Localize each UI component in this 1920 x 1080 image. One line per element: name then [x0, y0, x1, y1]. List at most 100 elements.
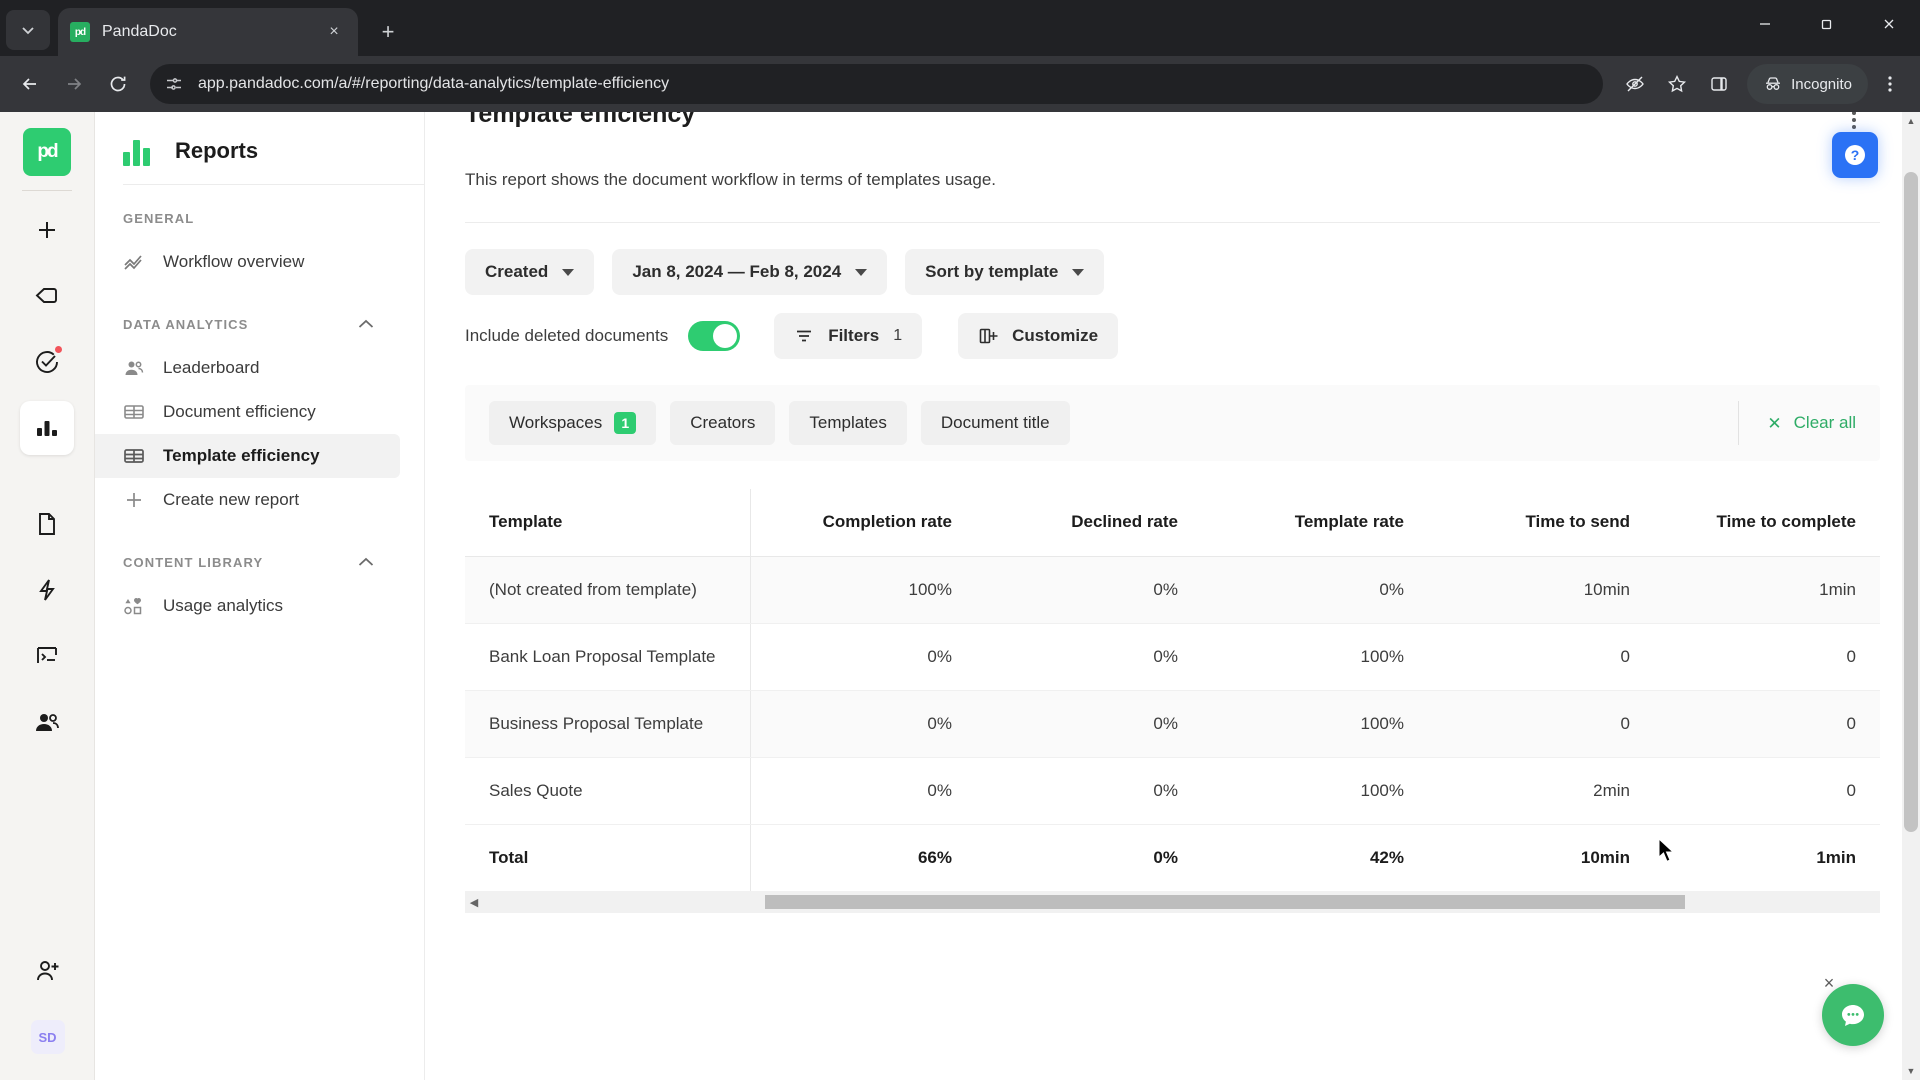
cell-completion-rate: 0%: [750, 757, 976, 825]
sidebar-item-workflow-overview[interactable]: Workflow overview: [95, 240, 400, 284]
avatar[interactable]: SD: [30, 1020, 65, 1054]
page-scrollbar[interactable]: ▲ ▼: [1902, 112, 1920, 1080]
tracking-protection-icon[interactable]: [1615, 64, 1655, 104]
app-body: pd SD Reports GENERAL Workflow overview …: [0, 112, 1920, 1080]
scroll-down-arrow[interactable]: ▼: [1902, 1062, 1920, 1080]
close-icon[interactable]: [1858, 0, 1920, 48]
table-row[interactable]: (Not created from template) 100% 0% 0% 1…: [465, 556, 1880, 624]
column-header-completion-rate[interactable]: Completion rate: [750, 489, 976, 557]
table-row[interactable]: Sales Quote 0% 0% 100% 2min 0: [465, 757, 1880, 825]
chip-label: Templates: [809, 413, 887, 432]
minimize-icon[interactable]: [1734, 0, 1796, 48]
table-row[interactable]: Business Proposal Template 0% 0% 100% 0 …: [465, 690, 1880, 758]
date-range-label: Jan 8, 2024 — Feb 8, 2024: [632, 262, 842, 281]
window-controls: [1734, 0, 1920, 48]
incognito-icon: [1766, 77, 1781, 90]
scroll-left-arrow[interactable]: ◀: [465, 896, 483, 909]
cell-total-time-to-complete: 1min: [1654, 824, 1880, 891]
rail-documents[interactable]: [20, 497, 74, 551]
close-icon[interactable]: ×: [322, 20, 346, 44]
nav-group-data-analytics[interactable]: DATA ANALYTICS: [95, 316, 424, 332]
chip-document-title[interactable]: Document title: [920, 401, 1070, 445]
sidebar-item-document-efficiency[interactable]: Document efficiency: [95, 390, 400, 434]
nav-group-label: CONTENT LIBRARY: [123, 554, 264, 570]
sidebar-item-label: Create new report: [163, 490, 300, 509]
new-tab-button[interactable]: +: [370, 14, 406, 50]
page-scroll-thumb[interactable]: [1904, 172, 1918, 832]
side-panel-icon[interactable]: [1699, 64, 1739, 104]
cell-declined-rate: 0%: [976, 690, 1202, 758]
cell-total-declined-rate: 0%: [976, 824, 1202, 891]
chip-workspaces[interactable]: Workspaces 1: [489, 401, 657, 445]
sidebar-item-label: Workflow overview: [163, 252, 305, 271]
include-deleted-toggle[interactable]: [688, 321, 741, 351]
rail-automations[interactable]: [20, 563, 74, 617]
forward-button[interactable]: [54, 64, 94, 104]
table-header: Template Completion rate Declined rate T…: [465, 489, 1880, 557]
url-text: app.pandadoc.com/a/#/reporting/data-anal…: [198, 75, 670, 92]
column-header-template[interactable]: Template: [465, 489, 751, 557]
filter-chip-bar: Workspaces 1 Creators Templates Document…: [465, 385, 1880, 461]
sidebar-item-usage-analytics[interactable]: Usage analytics: [95, 584, 400, 628]
filters-button[interactable]: Filters 1: [774, 313, 923, 359]
url-bar[interactable]: app.pandadoc.com/a/#/reporting/data-anal…: [150, 64, 1604, 104]
date-range-dropdown[interactable]: Jan 8, 2024 — Feb 8, 2024: [612, 249, 888, 295]
chip-templates[interactable]: Templates: [789, 401, 907, 445]
lightning-icon: [39, 579, 55, 601]
more-options-icon[interactable]: [1840, 112, 1868, 134]
omnibox-actions: Incognito: [1615, 64, 1910, 104]
tab-search-icon[interactable]: [6, 10, 50, 50]
chat-close-button[interactable]: ×: [1818, 972, 1840, 994]
filter-icon: [797, 330, 812, 342]
sidebar-item-template-efficiency[interactable]: Template efficiency: [95, 434, 400, 478]
home-pentagon-icon: [35, 288, 57, 303]
table-horizontal-scrollbar[interactable]: ◀: [465, 891, 1880, 913]
help-button[interactable]: ?: [1832, 132, 1878, 178]
incognito-indicator[interactable]: Incognito: [1747, 64, 1868, 104]
sidebar-item-label: Template efficiency: [163, 446, 320, 465]
customize-label: Customize: [1012, 326, 1099, 345]
column-header-time-to-complete[interactable]: Time to complete: [1654, 489, 1880, 557]
rail-tasks[interactable]: [20, 335, 74, 389]
pandadoc-logo[interactable]: pd: [23, 128, 71, 176]
reload-button[interactable]: [98, 64, 138, 104]
clear-all-label: Clear all: [1793, 413, 1856, 432]
rail-reports[interactable]: [20, 401, 74, 455]
maximize-icon[interactable]: [1796, 0, 1858, 48]
clear-all-button[interactable]: ✕ Clear all: [1738, 401, 1856, 445]
chevron-up-icon[interactable]: [358, 316, 374, 332]
rail-invite-people[interactable]: [21, 944, 75, 998]
nav-group-content-library[interactable]: CONTENT LIBRARY: [95, 554, 424, 570]
bookmark-star-icon[interactable]: [1657, 64, 1697, 104]
back-button[interactable]: [10, 64, 50, 104]
column-header-template-rate[interactable]: Template rate: [1202, 489, 1428, 557]
scroll-up-arrow[interactable]: ▲: [1902, 112, 1920, 130]
rail-create-new[interactable]: [20, 203, 74, 257]
scroll-thumb[interactable]: [765, 895, 1685, 909]
column-header-declined-rate[interactable]: Declined rate: [976, 489, 1202, 557]
include-deleted-label: Include deleted documents: [465, 326, 669, 345]
sidebar-item-create-new-report[interactable]: Create new report: [95, 478, 400, 522]
cell-template-rate: 0%: [1202, 556, 1428, 624]
chip-creators[interactable]: Creators: [670, 401, 776, 445]
browser-menu-icon[interactable]: [1870, 64, 1910, 104]
rail-forms[interactable]: [20, 629, 74, 683]
customize-button[interactable]: Customize: [958, 313, 1119, 359]
rail-home[interactable]: [20, 269, 74, 323]
sidebar-item-leaderboard[interactable]: Leaderboard: [95, 346, 400, 390]
browser-window: pd PandaDoc × + app.pandadoc.com/a/#/rep…: [0, 0, 1920, 1080]
cell-template-rate: 100%: [1202, 757, 1428, 825]
chevron-up-icon[interactable]: [358, 554, 374, 570]
rail-contacts[interactable]: [20, 695, 74, 749]
mouse-cursor: [1657, 837, 1677, 871]
page-title: Reports: [175, 138, 259, 163]
table-row[interactable]: Bank Loan Proposal Template 0% 0% 100% 0…: [465, 623, 1880, 691]
customize-columns-icon: [979, 328, 998, 344]
column-header-time-to-send[interactable]: Time to send: [1428, 489, 1654, 557]
filters-label: Filters: [828, 326, 880, 345]
date-type-dropdown[interactable]: Created: [465, 249, 595, 295]
sort-by-dropdown[interactable]: Sort by template: [905, 249, 1105, 295]
add-person-icon: [36, 961, 58, 981]
browser-tab[interactable]: pd PandaDoc ×: [58, 8, 358, 56]
cell-template-rate: 100%: [1202, 623, 1428, 691]
